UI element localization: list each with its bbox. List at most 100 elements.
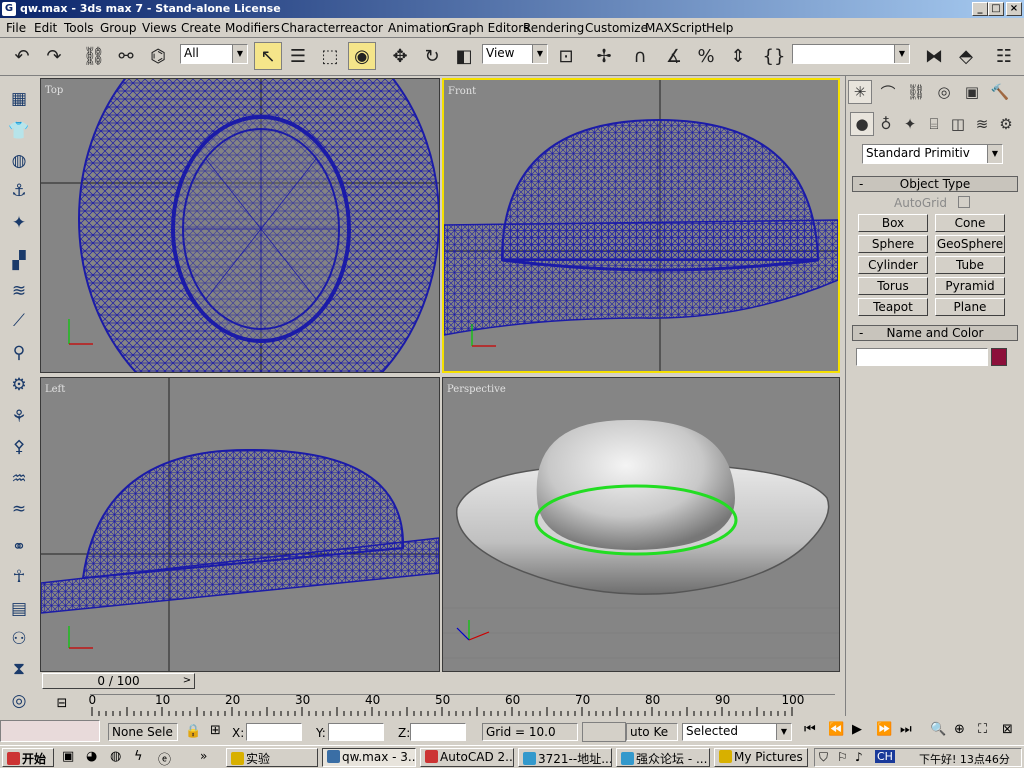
- x-coordinate-input[interactable]: [246, 723, 302, 741]
- close-button[interactable]: ×: [1006, 2, 1022, 16]
- bind-to-space-warp-icon[interactable]: ⌬: [144, 42, 172, 70]
- utilities-tab-icon[interactable]: 🔨: [988, 80, 1012, 104]
- cylinder-button[interactable]: Cylinder: [858, 256, 928, 274]
- task-my-pictures[interactable]: My Pictures ...: [714, 748, 808, 767]
- zoom-extents-icon[interactable]: ⛶: [978, 722, 987, 737]
- lock-selection-icon[interactable]: 🔒: [185, 724, 201, 739]
- soft-body-collection-icon[interactable]: ◍: [6, 148, 32, 174]
- tray-volume-icon[interactable]: ♪: [855, 750, 863, 764]
- viewport-top[interactable]: Top: [40, 78, 440, 373]
- window-crossing-icon[interactable]: ◉: [348, 42, 376, 70]
- select-and-scale-icon[interactable]: ◧: [450, 42, 478, 70]
- name-and-color-rollout[interactable]: - Name and Color: [852, 325, 1018, 341]
- preview-animation-icon[interactable]: ◎: [6, 688, 32, 714]
- tray-shield-icon[interactable]: ⛉: [819, 750, 828, 765]
- shapes-icon[interactable]: ♁: [874, 112, 898, 136]
- object-name-input[interactable]: [856, 348, 988, 366]
- menu-animation[interactable]: Animation: [388, 21, 449, 35]
- select-and-manipulate-icon[interactable]: ✢: [590, 42, 618, 70]
- menu-views[interactable]: Views: [142, 21, 177, 35]
- maxscript-listener[interactable]: [0, 720, 100, 742]
- named-selection-dropdown[interactable]: ▼: [792, 44, 910, 64]
- select-object-icon[interactable]: ↖: [254, 42, 282, 70]
- select-and-link-icon[interactable]: ⛓: [80, 42, 108, 70]
- teapot-button[interactable]: Teapot: [858, 298, 928, 316]
- zoom-extents-all-icon[interactable]: ⊠: [1002, 722, 1013, 737]
- pyramid-button[interactable]: Pyramid: [935, 277, 1005, 295]
- menu-tools[interactable]: Tools: [64, 21, 94, 35]
- layer-manager-icon[interactable]: ☷: [990, 42, 1018, 70]
- play-icon[interactable]: ▶: [852, 722, 862, 737]
- absolute-mode-icon[interactable]: ⊞: [210, 723, 221, 738]
- deforming-mesh-icon[interactable]: ✦: [6, 210, 32, 236]
- next-key-icon[interactable]: ⏩: [876, 722, 892, 737]
- unlink-icon[interactable]: ⚯: [112, 42, 140, 70]
- y-coordinate-input[interactable]: [328, 723, 384, 741]
- modify-tab-icon[interactable]: ⌒: [876, 80, 900, 104]
- menu-file[interactable]: File: [6, 21, 26, 35]
- point-to-point-icon[interactable]: ⚇: [6, 626, 32, 652]
- rectangular-selection-icon[interactable]: ⬚: [316, 42, 344, 70]
- menu-maxscript[interactable]: MAXScript: [645, 21, 707, 35]
- align-icon[interactable]: ⬘: [952, 42, 980, 70]
- fracture-icon[interactable]: ⚴: [6, 434, 32, 460]
- sphere-button[interactable]: Sphere: [858, 235, 928, 253]
- motor-icon[interactable]: ⚲: [6, 340, 32, 366]
- menu-modifiers[interactable]: Modifiers: [225, 21, 280, 35]
- pivot-center-icon[interactable]: ⊡: [552, 42, 580, 70]
- select-by-name-icon[interactable]: ☰: [284, 42, 312, 70]
- mirror-icon[interactable]: ⧓: [920, 42, 948, 70]
- key-filter-dropdown[interactable]: Selected ▼: [682, 723, 792, 741]
- torus-button[interactable]: Torus: [858, 277, 928, 295]
- primitive-category-dropdown[interactable]: Standard Primitiv ▼: [862, 144, 1003, 164]
- hinge-constraint-icon[interactable]: ▤: [6, 596, 32, 622]
- tray-network-icon[interactable]: ⚐: [837, 750, 848, 764]
- object-color-swatch[interactable]: [991, 348, 1007, 366]
- percent-snap-icon[interactable]: %: [692, 42, 720, 70]
- menu-graph-editors[interactable]: Graph Editors: [447, 21, 529, 35]
- menu-customize[interactable]: Customize: [585, 21, 648, 35]
- z-coordinate-input[interactable]: [410, 723, 466, 741]
- toy-car-icon[interactable]: ⚘: [6, 404, 32, 430]
- menu-edit[interactable]: Edit: [34, 21, 57, 35]
- plane-icon[interactable]: ▞: [6, 248, 32, 274]
- geosphere-button[interactable]: GeoSphere: [935, 235, 1005, 253]
- media-icon[interactable]: ◍: [110, 749, 121, 764]
- autogrid-checkbox[interactable]: [958, 196, 970, 208]
- object-type-rollout[interactable]: - Object Type: [852, 176, 1018, 192]
- menu-reactor[interactable]: reactor: [340, 21, 383, 35]
- menu-group[interactable]: Group: [100, 21, 137, 35]
- track-bar[interactable]: 0 10 20 30 40 50 60 70 80 90 100: [89, 693, 835, 716]
- lights-icon[interactable]: ✦: [898, 112, 922, 136]
- set-key-icon[interactable]: [582, 722, 626, 742]
- cloth-collection-icon[interactable]: 👕: [6, 118, 32, 144]
- go-to-end-icon[interactable]: ⏭: [900, 722, 912, 737]
- motion-tab-icon[interactable]: ◎: [932, 80, 956, 104]
- desktop-icon[interactable]: ▣: [62, 749, 74, 764]
- zoom-icon[interactable]: 🔍: [930, 722, 946, 737]
- cameras-icon[interactable]: ⌸: [922, 112, 946, 136]
- cone-button[interactable]: Cone: [935, 214, 1005, 232]
- selection-filter-dropdown[interactable]: All ▼: [180, 44, 248, 64]
- spinner-snap-icon[interactable]: ⇕: [724, 42, 752, 70]
- hierarchy-tab-icon[interactable]: ⛓: [904, 80, 928, 104]
- go-to-start-icon[interactable]: ⏮: [804, 722, 816, 737]
- previous-frame-icon[interactable]: ⏪: [828, 722, 844, 737]
- task-3721[interactable]: 3721--地址...: [518, 748, 612, 767]
- plane-button[interactable]: Plane: [935, 298, 1005, 316]
- menu-character[interactable]: Character: [281, 21, 340, 35]
- mini-curve-editor-icon[interactable]: ⊟: [50, 696, 74, 714]
- select-and-rotate-icon[interactable]: ↻: [418, 42, 446, 70]
- dashpot-icon[interactable]: ⟋: [6, 308, 32, 334]
- quick-launch-more-icon[interactable]: »: [200, 749, 207, 763]
- task-autocad[interactable]: AutoCAD 2...: [420, 748, 514, 767]
- tray-language[interactable]: CH: [875, 750, 895, 763]
- qq-icon[interactable]: ◕: [86, 749, 97, 764]
- flash-icon[interactable]: ϟ: [134, 749, 143, 764]
- maximize-button[interactable]: □: [988, 2, 1004, 16]
- viewport-perspective[interactable]: Perspective: [442, 377, 840, 672]
- edit-named-selection-icon[interactable]: {}: [760, 42, 788, 70]
- menu-create[interactable]: Create: [181, 21, 221, 35]
- spring-icon[interactable]: ≋: [6, 278, 32, 304]
- viewport-left[interactable]: Left: [40, 377, 440, 672]
